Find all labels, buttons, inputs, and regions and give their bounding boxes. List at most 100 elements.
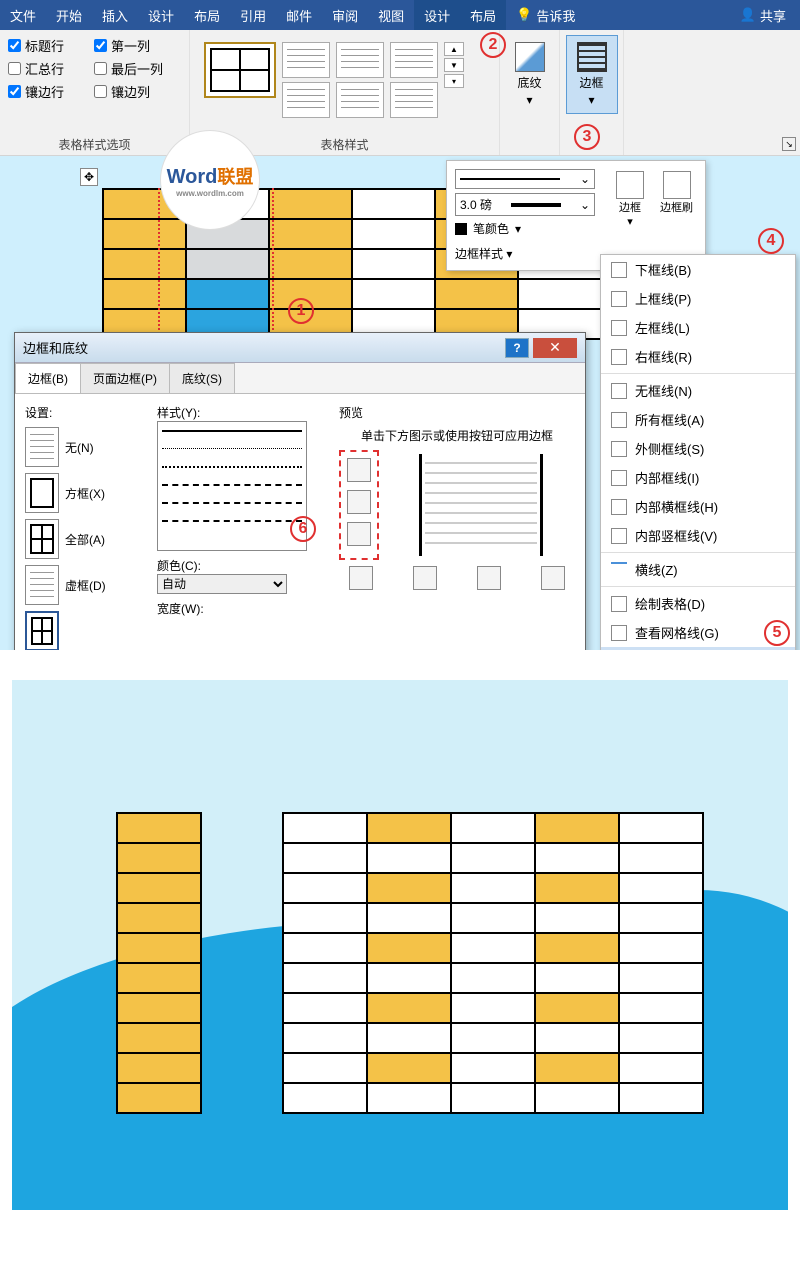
chk-last-col[interactable]: 最后一列: [94, 59, 181, 78]
callout-1: 1: [288, 298, 314, 324]
preview-top-btn[interactable]: [347, 458, 371, 482]
color-label: 颜色(C):: [157, 557, 327, 574]
word-alliance-logo: Word联盟 www.wordlm.com: [160, 130, 260, 230]
callout-2: 2: [480, 32, 506, 58]
selection-guide: [158, 188, 160, 338]
style-thumb-selected[interactable]: [204, 42, 276, 98]
menu-inside-borders[interactable]: 内部框线(I): [601, 463, 795, 492]
menu-draw-table[interactable]: 绘制表格(D): [601, 589, 795, 618]
menu-all-borders[interactable]: 所有框线(A): [601, 405, 795, 434]
setting-none[interactable]: 无(N): [25, 427, 145, 467]
dlg-tab-shading[interactable]: 底纹(S): [169, 363, 235, 393]
tab-mailings[interactable]: 邮件: [276, 0, 322, 30]
tab-file[interactable]: 文件: [0, 0, 46, 30]
setting-custom[interactable]: [25, 611, 145, 650]
settings-label: 设置:: [25, 404, 145, 421]
selection-guide: [272, 188, 274, 338]
preview-diag-btn[interactable]: [349, 566, 373, 590]
borders-label: 边框: [579, 74, 603, 91]
tab-view[interactable]: 视图: [368, 0, 414, 30]
style-listbox[interactable]: [157, 421, 307, 551]
style-thumb[interactable]: [282, 82, 330, 118]
chk-header-row[interactable]: 标题行: [8, 36, 82, 55]
menu-left-border[interactable]: 左框线(L): [601, 313, 795, 342]
color-select[interactable]: 自动: [157, 574, 287, 594]
preview-bottom-btn[interactable]: [347, 522, 371, 546]
hline-icon: [611, 562, 627, 578]
menu-outside-borders[interactable]: 外侧框线(S): [601, 434, 795, 463]
tab-references[interactable]: 引用: [230, 0, 276, 30]
width-label: 宽度(W):: [157, 600, 327, 617]
style-thumb[interactable]: [282, 42, 330, 78]
menu-borders-and-shading[interactable]: 边框和底纹(O)...: [601, 647, 795, 650]
chk-total-row[interactable]: 汇总行: [8, 59, 82, 78]
border-painter-button[interactable]: 边框刷: [656, 169, 697, 217]
chevron-down-icon[interactable]: ▾: [515, 222, 521, 236]
shading-icon: [515, 42, 545, 72]
setting-all[interactable]: 全部(A): [25, 519, 145, 559]
ribbon-tabs: 文件 开始 插入 设计 布局 引用 邮件 审阅 视图 设计 布局 💡 告诉我 👤…: [0, 0, 800, 30]
group-label-style-options: 表格样式选项: [8, 132, 181, 153]
borders-dropdown-menu: 下框线(B) 上框线(P) 左框线(L) 右框线(R) 无框线(N) 所有框线(…: [600, 254, 796, 650]
tab-home[interactable]: 开始: [46, 0, 92, 30]
tell-me[interactable]: 💡 告诉我: [506, 0, 585, 30]
chk-banded-row[interactable]: 镶边行: [8, 82, 82, 101]
menu-top-border[interactable]: 上框线(P): [601, 284, 795, 313]
preview-vcenter-btn[interactable]: [477, 566, 501, 590]
lightbulb-icon: 💡: [516, 7, 532, 23]
chevron-down-icon: ▾: [526, 93, 532, 107]
help-button[interactable]: ?: [505, 338, 529, 358]
border-style-dropdown[interactable]: ⌄: [455, 169, 595, 189]
style-thumb[interactable]: [390, 42, 438, 78]
tab-insert[interactable]: 插入: [92, 0, 138, 30]
menu-inside-h-border[interactable]: 内部横框线(H): [601, 492, 795, 521]
gallery-up-icon[interactable]: ▲: [444, 42, 464, 56]
setting-dashed[interactable]: 虚框(D): [25, 565, 145, 605]
dialog-title: 边框和底纹: [23, 338, 505, 357]
style-thumb[interactable]: [390, 82, 438, 118]
borders-split-button[interactable]: 边框▾: [612, 169, 648, 230]
share-button[interactable]: 👤 共享: [726, 0, 800, 30]
menu-no-border[interactable]: 无框线(N): [601, 376, 795, 405]
border-weight-value: 3.0 磅: [460, 196, 492, 213]
tab-layout[interactable]: 布局: [184, 0, 230, 30]
callout-4: 4: [758, 228, 784, 254]
dlg-tab-borders[interactable]: 边框(B): [15, 363, 81, 393]
result-main-table: [282, 812, 704, 1114]
tab-table-design[interactable]: 设计: [414, 0, 460, 30]
group-table-styles: ▲ ▼ ▾ 表格样式: [190, 30, 500, 155]
gallery-down-icon[interactable]: ▼: [444, 58, 464, 72]
menu-bottom-border[interactable]: 下框线(B): [601, 255, 795, 284]
tell-me-label: 告诉我: [536, 6, 575, 25]
tab-table-layout[interactable]: 布局: [460, 0, 506, 30]
setting-box[interactable]: 方框(X): [25, 473, 145, 513]
tab-design[interactable]: 设计: [138, 0, 184, 30]
tab-review[interactable]: 审阅: [322, 0, 368, 30]
style-thumb[interactable]: [336, 82, 384, 118]
table-move-handle-icon[interactable]: ✥: [80, 168, 98, 186]
dlg-tab-page-border[interactable]: 页面边框(P): [80, 363, 170, 393]
menu-inside-v-border[interactable]: 内部竖框线(V): [601, 521, 795, 550]
close-button[interactable]: ✕: [533, 338, 577, 358]
preview-right-btn[interactable]: [541, 566, 565, 590]
chevron-down-icon: ▾: [588, 93, 594, 107]
callout-3: 3: [574, 124, 600, 150]
inside-v-border-icon: [611, 528, 627, 544]
borders-button[interactable]: 边框 ▾: [566, 35, 618, 114]
shading-button[interactable]: 底纹 ▾: [505, 36, 555, 113]
gallery-more-icon[interactable]: ▾: [444, 74, 464, 88]
style-thumb[interactable]: [336, 42, 384, 78]
all-borders-icon: [611, 412, 627, 428]
top-border-icon: [611, 291, 627, 307]
draw-table-icon: [611, 596, 627, 612]
dialog-launcher-icon[interactable]: ↘: [782, 137, 796, 151]
border-weight-dropdown[interactable]: 3.0 磅 ⌄: [455, 193, 595, 216]
chk-banded-col[interactable]: 镶边列: [94, 82, 181, 101]
menu-horizontal-line[interactable]: 横线(Z): [601, 555, 795, 584]
menu-right-border[interactable]: 右框线(R): [601, 342, 795, 371]
shading-label: 底纹: [517, 74, 541, 91]
chevron-down-icon[interactable]: ▾: [506, 247, 512, 261]
chk-first-col[interactable]: 第一列: [94, 36, 181, 55]
preview-left-btn[interactable]: [413, 566, 437, 590]
preview-mid-btn[interactable]: [347, 490, 371, 514]
